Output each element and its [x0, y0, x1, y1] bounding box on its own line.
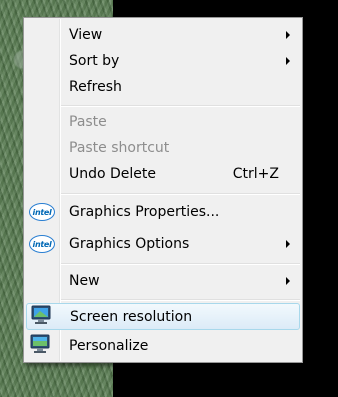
menu-item-label: View: [69, 27, 103, 43]
desktop-context-menu: View Sort by Refresh Paste Paste shortcu…: [23, 17, 303, 363]
menu-item-view[interactable]: View: [26, 23, 300, 47]
menu-item-sort-by[interactable]: Sort by: [26, 49, 300, 73]
menu-item-label: Graphics Options: [69, 236, 190, 252]
menu-item-graphics-properties[interactable]: intel Graphics Properties...: [26, 199, 300, 225]
menu-item-personalize[interactable]: Personalize: [26, 333, 300, 358]
menu-item-screen-resolution[interactable]: Screen resolution: [26, 303, 300, 330]
menu-item-label: Sort by: [69, 53, 120, 69]
menu-item-label: New: [69, 273, 100, 289]
menu-item-paste-shortcut[interactable]: Paste shortcut: [26, 136, 300, 160]
menu-item-label: Refresh: [69, 79, 122, 95]
menu-item-label: Screen resolution: [70, 308, 193, 325]
menu-item-undo-delete[interactable]: Undo Delete Ctrl+Z: [26, 162, 300, 186]
menu-item-label: Paste shortcut: [69, 140, 170, 156]
menu-separator: [61, 193, 300, 195]
menu-item-label: Personalize: [69, 337, 149, 354]
intel-icon: intel: [29, 235, 55, 253]
menu-item-paste[interactable]: Paste: [26, 110, 300, 134]
monitor-icon: [30, 305, 52, 329]
menu-separator: [61, 263, 300, 265]
submenu-arrow-icon: [286, 57, 290, 65]
shortcut-text: Ctrl+Z: [232, 166, 279, 182]
menu-item-label: Graphics Properties...: [69, 204, 220, 220]
menu-separator: [61, 105, 300, 107]
menu-item-new[interactable]: New: [26, 269, 300, 293]
submenu-arrow-icon: [286, 31, 290, 39]
monitor-icon: [29, 334, 51, 358]
menu-item-refresh[interactable]: Refresh: [26, 75, 300, 99]
menu-item-label: Undo Delete: [69, 166, 157, 182]
submenu-arrow-icon: [286, 277, 290, 285]
intel-icon: intel: [29, 203, 55, 221]
submenu-arrow-icon: [286, 240, 290, 248]
menu-item-graphics-options[interactable]: intel Graphics Options: [26, 231, 300, 257]
menu-separator: [61, 299, 300, 301]
menu-item-label: Paste: [69, 114, 107, 130]
